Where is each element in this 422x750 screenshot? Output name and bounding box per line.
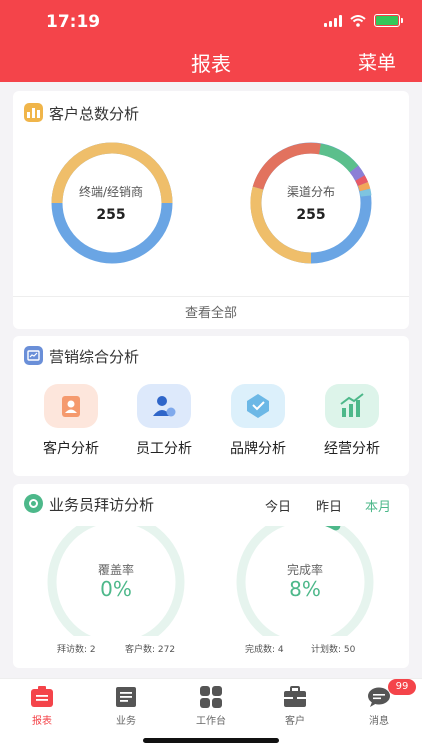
channel-distribution-ring bbox=[250, 142, 372, 264]
wifi-icon bbox=[350, 14, 366, 27]
customer-analysis-label: 客户分析 bbox=[43, 441, 99, 457]
customer-analysis-card: 客户总数分析 终端/经销商 255 渠道分布 255 查看全部 bbox=[13, 91, 409, 329]
visit-analysis-card: 业务员拜访分析 今日 昨日 本月 覆盖率 0% 完成率 8% 拜访数: 2 客户… bbox=[13, 484, 409, 668]
business-analysis-entry[interactable]: 经营分析 bbox=[312, 384, 392, 458]
ring-value-channel: 255 bbox=[296, 207, 326, 223]
coverage-value: 0% bbox=[100, 577, 132, 601]
visit-count: 拜访数: 2 bbox=[57, 645, 96, 655]
tab-workbench-label: 工作台 bbox=[196, 716, 226, 727]
home-indicator bbox=[143, 738, 279, 743]
employee-analysis-label: 员工分析 bbox=[136, 441, 192, 457]
period-today-tab[interactable]: 今日 bbox=[265, 496, 291, 515]
visit-target-icon bbox=[24, 494, 43, 513]
menu-button[interactable]: 菜单 bbox=[358, 48, 396, 75]
visit-analysis-title: 业务员拜访分析 bbox=[49, 496, 155, 514]
tab-report[interactable]: 报表 bbox=[12, 685, 72, 727]
period-yesterday-tab[interactable]: 昨日 bbox=[316, 496, 342, 515]
tab-business-label: 业务 bbox=[116, 716, 136, 727]
status-icons bbox=[324, 14, 403, 27]
planned-count: 计划数: 50 bbox=[311, 645, 356, 655]
signal-icon bbox=[324, 14, 342, 27]
workbench-icon bbox=[197, 685, 225, 709]
customer-count: 客户数: 272 bbox=[125, 645, 176, 655]
business-icon bbox=[112, 685, 140, 709]
tab-workbench[interactable]: 工作台 bbox=[181, 685, 241, 727]
coverage-label: 覆盖率 bbox=[97, 563, 134, 577]
customer-analysis-icon bbox=[44, 384, 98, 428]
status-time: 17:19 bbox=[46, 12, 101, 32]
tab-customer-label: 客户 bbox=[285, 716, 305, 727]
brand-analysis-icon bbox=[231, 384, 285, 428]
tab-customer[interactable]: 客户 bbox=[265, 685, 325, 727]
business-analysis-label: 经营分析 bbox=[324, 441, 380, 457]
customer-icon bbox=[281, 685, 309, 709]
tab-report-label: 报表 bbox=[32, 716, 52, 727]
ring-label-channel: 渠道分布 bbox=[286, 185, 335, 199]
customer-analysis-title: 客户总数分析 bbox=[49, 105, 140, 123]
marketing-icon bbox=[24, 346, 43, 365]
tab-business[interactable]: 业务 bbox=[96, 685, 156, 727]
ring-label-terminal: 终端/经销商 bbox=[78, 185, 144, 199]
terminal-dealer-ring bbox=[51, 142, 173, 264]
completion-label: 完成率 bbox=[286, 563, 323, 577]
employee-analysis-entry[interactable]: 员工分析 bbox=[124, 384, 204, 458]
marketing-analysis-title: 营销综合分析 bbox=[49, 348, 140, 366]
brand-analysis-entry[interactable]: 品牌分析 bbox=[218, 384, 298, 458]
period-month-tab[interactable]: 本月 bbox=[365, 496, 391, 515]
ring-value-terminal: 255 bbox=[96, 207, 126, 223]
bar-chart-icon bbox=[24, 103, 43, 122]
view-all-link[interactable]: 查看全部 bbox=[13, 296, 409, 330]
tab-message-label: 消息 bbox=[369, 716, 389, 727]
brand-analysis-label: 品牌分析 bbox=[230, 441, 286, 457]
completed-count: 完成数: 4 bbox=[245, 645, 284, 655]
business-analysis-icon bbox=[325, 384, 379, 428]
battery-icon bbox=[374, 14, 403, 27]
customer-analysis-entry[interactable]: 客户分析 bbox=[31, 384, 111, 458]
report-icon bbox=[28, 685, 56, 709]
app-header: 17:19 报表 菜单 bbox=[0, 0, 422, 82]
completion-value: 8% bbox=[289, 577, 321, 601]
message-badge: 99 bbox=[388, 679, 416, 695]
marketing-analysis-card: 营销综合分析 客户分析 员工分析 品牌分析 经营分析 bbox=[13, 336, 409, 476]
employee-analysis-icon bbox=[137, 384, 191, 428]
